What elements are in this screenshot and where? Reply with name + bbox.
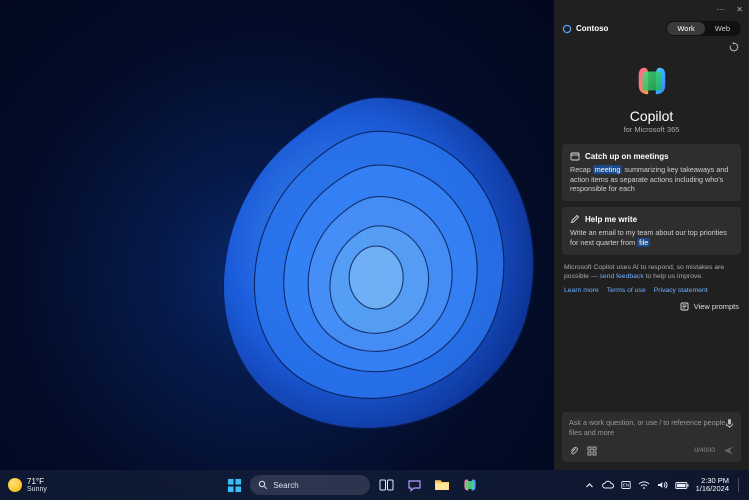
chat-icon	[407, 478, 422, 493]
card-desc: Recap meeting summarizing key takeaways …	[570, 165, 733, 194]
mic-icon[interactable]	[725, 418, 734, 429]
prompt-card-meetings[interactable]: Catch up on meetings Recap meeting summa…	[562, 144, 741, 201]
task-view-button[interactable]	[374, 473, 398, 497]
copilot-subtitle: for Microsoft 365	[554, 125, 749, 134]
refresh-icon[interactable]	[729, 42, 739, 52]
scope-work[interactable]: Work	[667, 22, 704, 35]
privacy-link[interactable]: Privacy statement	[654, 287, 708, 294]
prompts-icon	[680, 302, 689, 311]
chevron-up-icon[interactable]	[585, 481, 594, 490]
prompt-card-write[interactable]: Help me write Write an email to my team …	[562, 207, 741, 254]
svg-text:EN: EN	[622, 483, 628, 488]
search-placeholder: Search	[273, 481, 298, 490]
windows-logo-icon	[227, 478, 242, 493]
explorer-button[interactable]	[430, 473, 454, 497]
disclaimer-text: Microsoft Copilot uses AI to respond, so…	[554, 255, 749, 285]
learn-more-link[interactable]: Learn more	[564, 287, 599, 294]
clock-date: 1/16/2024	[696, 485, 729, 493]
org-name: Contoso	[576, 24, 608, 33]
view-prompts-button[interactable]: View prompts	[694, 302, 739, 311]
copilot-title: Copilot	[554, 108, 749, 124]
more-menu-button[interactable]: ⋯	[716, 5, 724, 14]
chat-button[interactable]	[402, 473, 426, 497]
bloom-graphic	[135, 30, 622, 480]
attach-icon[interactable]	[569, 446, 579, 456]
task-view-icon	[379, 478, 394, 492]
org-ring-icon	[562, 24, 572, 34]
weather-temp: 71°F	[27, 478, 47, 486]
wifi-icon[interactable]	[638, 480, 650, 490]
weather-widget[interactable]: 71°F Sunny	[0, 478, 120, 493]
sun-icon	[8, 478, 22, 492]
calendar-icon	[570, 151, 580, 161]
chat-placeholder: Ask a work question, or use / to referen…	[569, 418, 734, 437]
scope-toggle[interactable]: Work Web	[666, 21, 741, 36]
copilot-panel: ⋯ ✕ Contoso Work Web	[554, 0, 749, 470]
taskbar-clock[interactable]: 2:30 PM 1/16/2024	[696, 477, 729, 494]
volume-icon[interactable]	[657, 480, 668, 490]
close-button[interactable]: ✕	[736, 5, 743, 14]
taskbar-divider	[738, 478, 739, 492]
start-button[interactable]	[222, 473, 246, 497]
org-label: Contoso	[562, 24, 660, 34]
send-icon[interactable]	[723, 445, 734, 456]
char-counter: 0/4000	[694, 447, 715, 454]
card-title: Catch up on meetings	[585, 152, 669, 161]
search-icon	[258, 480, 268, 490]
chat-input[interactable]: Ask a work question, or use / to referen…	[562, 412, 741, 462]
send-feedback-link[interactable]: send feedback	[600, 273, 644, 280]
copilot-hero: Copilot for Microsoft 365	[554, 56, 749, 144]
grid-icon[interactable]	[587, 446, 597, 456]
scope-web[interactable]: Web	[705, 22, 740, 35]
copilot-logo-icon	[633, 62, 671, 100]
battery-icon[interactable]	[675, 481, 689, 490]
card-desc: Write an email to my team about our top …	[570, 228, 733, 247]
folder-icon	[434, 478, 450, 492]
copilot-icon	[462, 477, 478, 493]
terms-link[interactable]: Terms of use	[607, 287, 646, 294]
language-icon[interactable]: EN	[621, 480, 631, 490]
taskbar-search[interactable]: Search	[250, 475, 370, 495]
taskbar: 71°F Sunny Search	[0, 470, 749, 500]
copilot-taskbar-button[interactable]	[458, 473, 482, 497]
weather-cond: Sunny	[27, 486, 47, 493]
onedrive-icon[interactable]	[601, 480, 614, 490]
pen-icon	[570, 214, 580, 224]
card-title: Help me write	[585, 215, 637, 224]
